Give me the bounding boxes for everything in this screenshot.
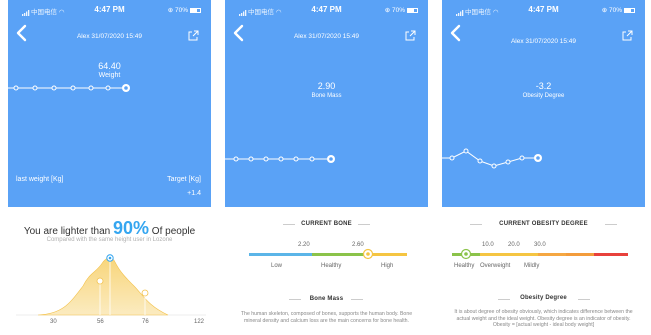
obesity-label-healthy: Healthy bbox=[454, 263, 475, 269]
obesity-scale-extreme bbox=[594, 253, 628, 256]
weight-trend-line bbox=[8, 84, 130, 92]
trend-point bbox=[248, 156, 254, 162]
status-bar: 中国电信 ◠ 4:47 PM ⊕ 70% bbox=[8, 5, 211, 17]
share-icon[interactable] bbox=[622, 30, 633, 41]
last-weight-label: last weight [Kg] bbox=[16, 176, 64, 183]
trend-point bbox=[491, 163, 497, 169]
trend-point bbox=[88, 85, 94, 91]
divider bbox=[351, 299, 363, 300]
trend-point bbox=[51, 85, 57, 91]
lighter-than-heading: You are lighter than 90% Of people bbox=[8, 218, 211, 239]
status-bar: 中国电信 ◠ 4:47 PM ⊕ 70% bbox=[442, 5, 645, 17]
distribution-marker bbox=[141, 289, 149, 297]
bone-screen: 中国电信 ◠ 4:47 PM ⊕ 70% Alex 31/07/2020 15:… bbox=[225, 0, 428, 335]
obesity-header-area: 中国电信 ◠ 4:47 PM ⊕ 70% Alex 31/07/2020 15:… bbox=[442, 0, 645, 207]
trend-point bbox=[309, 156, 315, 162]
bone-scale-marker bbox=[362, 248, 374, 260]
dist-axis-label: 122 bbox=[194, 319, 205, 325]
compared-note: Compared with the same height user in Lo… bbox=[46, 237, 173, 243]
distribution-curve bbox=[37, 257, 169, 316]
dist-axis-label: 30 bbox=[50, 319, 57, 325]
app-screens: 中国电信 ◠ 4:47 PM ⊕ 70% Alex 31/07/2020 15:… bbox=[0, 0, 651, 335]
weight-distribution-chart bbox=[16, 254, 206, 316]
trend-point bbox=[70, 85, 76, 91]
trend-point bbox=[463, 148, 469, 154]
trend-point bbox=[505, 159, 511, 165]
bone-info-title: Bone Mass bbox=[309, 296, 344, 302]
battery-indicator: ⊕ 70% bbox=[385, 6, 418, 14]
battery-icon bbox=[624, 7, 635, 13]
trend-point bbox=[278, 156, 284, 162]
obesity-label-overweight: Overweight bbox=[480, 263, 511, 269]
trend-point bbox=[233, 156, 239, 162]
divider bbox=[358, 224, 370, 225]
bone-value: 2.90 bbox=[317, 81, 336, 91]
user-date-label: Alex 31/07/2020 15:49 bbox=[510, 38, 577, 45]
obesity-scale-number: 30.0 bbox=[534, 242, 546, 248]
bone-label-healthy: Healthy bbox=[321, 263, 342, 269]
obesity-scale-moderate bbox=[538, 253, 566, 256]
obesity-trend-line bbox=[442, 148, 542, 169]
bone-scale-low bbox=[249, 253, 312, 256]
obesity-scale-severe bbox=[566, 253, 594, 256]
obesity-scale-overweight bbox=[480, 253, 509, 256]
bone-label-low: Low bbox=[271, 263, 283, 269]
obesity-label-mildly: Mildly bbox=[524, 263, 540, 269]
lighter-prefix: You are lighter than bbox=[23, 226, 111, 237]
trend-point bbox=[105, 85, 111, 91]
obesity-scale-number: 10.0 bbox=[482, 242, 494, 248]
obesity-scale-marker bbox=[460, 248, 472, 260]
weight-screen: 中国电信 ◠ 4:47 PM ⊕ 70% Alex 31/07/2020 15:… bbox=[8, 0, 211, 335]
alarm-icon: ⊕ bbox=[384, 7, 391, 14]
battery-icon bbox=[407, 7, 418, 13]
divider bbox=[578, 299, 590, 300]
obesity-scale-mildly bbox=[509, 253, 538, 256]
obesity-info-text: It is about degree of obesity obviously,… bbox=[454, 309, 633, 328]
battery-text: 70% bbox=[174, 7, 188, 14]
weight-name: Weight bbox=[98, 72, 121, 79]
battery-indicator: ⊕ 70% bbox=[602, 6, 635, 14]
user-date-label: Alex 31/07/2020 15:49 bbox=[293, 33, 360, 40]
battery-icon bbox=[190, 7, 201, 13]
trend-point bbox=[449, 155, 455, 161]
user-date-label: Alex 31/07/2020 15:49 bbox=[76, 33, 143, 40]
bone-name: Bone Mass bbox=[311, 93, 342, 99]
target-label: Target [Kg] bbox=[167, 176, 201, 183]
obesity-scale-number: 20.0 bbox=[508, 242, 520, 248]
bone-header-area: 中国电信 ◠ 4:47 PM ⊕ 70% Alex 31/07/2020 15:… bbox=[225, 0, 428, 207]
trend-point bbox=[32, 85, 38, 91]
share-icon[interactable] bbox=[188, 30, 199, 41]
trend-point bbox=[519, 155, 525, 161]
distribution-marker bbox=[96, 277, 104, 285]
trend-point bbox=[293, 156, 299, 162]
bone-trend-line bbox=[225, 155, 335, 163]
dist-axis-label: 76 bbox=[142, 319, 149, 325]
divider bbox=[605, 224, 617, 225]
lighter-suffix: Of people bbox=[151, 226, 196, 237]
battery-text: 70% bbox=[608, 7, 622, 14]
weight-header-area: 中国电信 ◠ 4:47 PM ⊕ 70% Alex 31/07/2020 15:… bbox=[8, 0, 211, 207]
dist-axis-label: 56 bbox=[97, 319, 104, 325]
bone-scale-healthy bbox=[312, 253, 367, 256]
alarm-icon: ⊕ bbox=[601, 7, 608, 14]
lighter-percent: 90% bbox=[112, 218, 150, 238]
bone-scale-number: 2.20 bbox=[298, 242, 310, 248]
status-bar: 中国电信 ◠ 4:47 PM ⊕ 70% bbox=[225, 5, 428, 17]
bone-label-high: High bbox=[381, 263, 394, 269]
current-bone-title: CURRENT BONE bbox=[301, 221, 352, 227]
obesity-value: -3.2 bbox=[535, 81, 552, 91]
battery-indicator: ⊕ 70% bbox=[168, 6, 201, 14]
trend-point bbox=[263, 156, 269, 162]
obesity-name: Obesity Degree bbox=[522, 93, 565, 99]
obesity-screen: 中国电信 ◠ 4:47 PM ⊕ 70% Alex 31/07/2020 15:… bbox=[442, 0, 645, 335]
trend-point bbox=[477, 158, 483, 164]
bone-info-text: The human skeleton, composed of bones, s… bbox=[240, 311, 413, 324]
share-icon[interactable] bbox=[405, 30, 416, 41]
obesity-info-title: Obesity Degree bbox=[520, 295, 567, 301]
target-value: +1.4 bbox=[187, 190, 201, 197]
alarm-icon: ⊕ bbox=[167, 7, 174, 14]
trend-point bbox=[13, 85, 19, 91]
weight-value: 64.40 bbox=[98, 61, 121, 71]
battery-text: 70% bbox=[391, 7, 405, 14]
